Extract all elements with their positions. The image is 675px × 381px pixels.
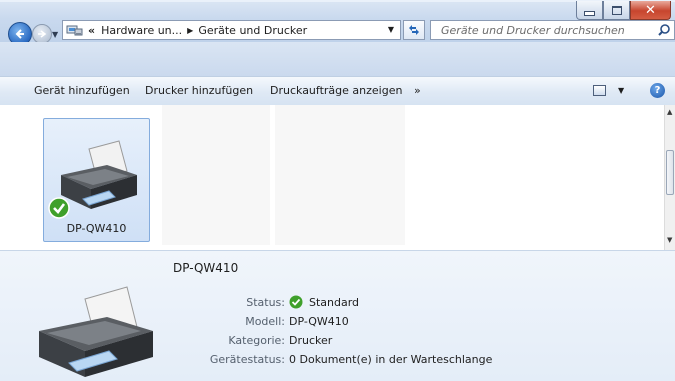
close-button[interactable]: ✕ [630,1,671,20]
refresh-button[interactable] [403,20,425,40]
add-device-button[interactable]: Gerät hinzufügen [34,84,130,97]
status-value: Standard [309,296,360,309]
address-dropdown-icon[interactable]: ▼ [388,25,394,34]
category-label: Kategorie: [228,334,285,347]
device-status-value: 0 Dokument(e) in der Warteschlange [289,353,493,366]
maximize-icon [611,5,622,15]
details-pane: DP-QW410 Status: Standard Modell: DP-QW4… [0,250,675,381]
device-name: DP-QW410 [66,222,127,235]
devices-folder-icon [66,25,83,36]
device-status-label: Gerätestatus: [209,353,285,366]
empty-tile [275,105,405,245]
vertical-scrollbar[interactable]: ▲ ▼ [664,105,675,250]
title-bar: ✕ ▼ « Hardware un... ▶ Geräte und Drucke… [0,0,675,46]
scroll-up-icon[interactable]: ▲ [667,108,672,116]
command-bar: Gerät hinzufügen Drucker hinzufügen Druc… [0,76,675,106]
show-print-jobs-button[interactable]: Druckaufträge anzeigen [270,84,402,97]
recent-pages-dropdown[interactable]: ▼ [52,30,58,39]
category-value: Drucker [289,334,333,347]
more-commands-button[interactable]: » [414,84,421,97]
status-label: Status: [246,296,285,309]
search-input[interactable]: Geräte und Drucker durchsuchen [441,24,625,37]
status-ok-icon [289,295,303,309]
toolbar-gap [0,42,675,76]
scroll-thumb[interactable] [666,150,674,195]
frame-edge [0,0,675,2]
model-value: DP-QW410 [289,315,349,328]
close-icon: ✕ [645,2,656,18]
forward-icon [38,30,47,38]
help-icon[interactable]: ? [650,83,665,98]
search-icon[interactable] [657,23,671,37]
view-options-dropdown[interactable]: ▼ [618,86,624,95]
breadcrumb-hardware[interactable]: Hardware un... [101,24,182,37]
minimize-icon [584,10,595,16]
add-printer-button[interactable]: Drucker hinzufügen [145,84,253,97]
model-label: Modell: [245,315,285,328]
minimize-button[interactable] [576,1,603,20]
scroll-down-icon[interactable]: ▼ [667,236,672,244]
breadcrumb-devices-printers[interactable]: Geräte und Drucker [198,24,307,37]
maximize-button[interactable] [603,1,630,20]
address-bar[interactable]: « Hardware un... ▶ Geräte und Drucker ▼ [62,20,401,40]
back-icon [15,29,24,39]
breadcrumb-separator-icon[interactable]: ▶ [187,26,193,35]
empty-tile [162,105,270,245]
refresh-icon [409,25,419,35]
window-controls: ✕ [576,1,671,21]
device-tile-printer[interactable]: DP-QW410 [43,118,150,242]
devices-view: DP-QW410 [0,105,664,250]
search-field[interactable]: Geräte und Drucker durchsuchen [430,20,675,40]
default-checkmark-icon [48,197,70,219]
forward-button[interactable] [32,24,52,44]
view-options-icon[interactable] [593,85,606,96]
breadcrumb-overflow[interactable]: « [88,24,95,37]
details-title: DP-QW410 [173,261,239,275]
